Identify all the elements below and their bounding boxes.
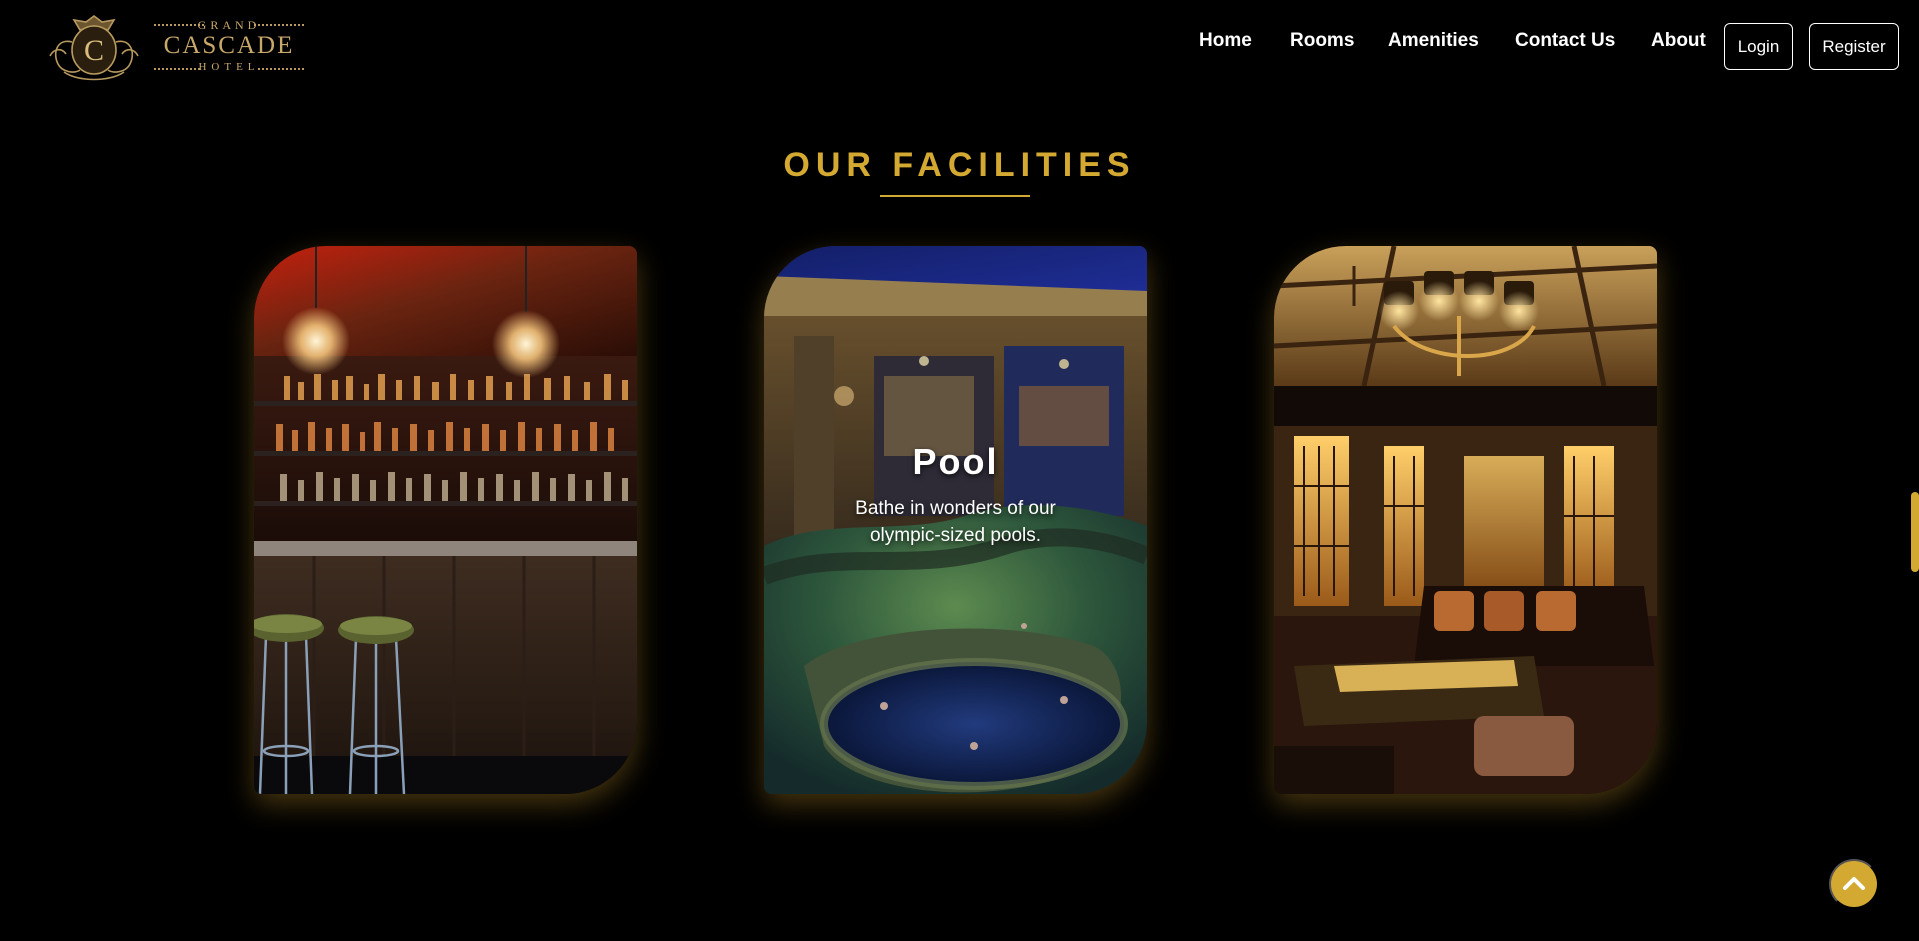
register-button[interactable]: Register bbox=[1809, 23, 1899, 70]
facility-card-bar[interactable] bbox=[254, 246, 637, 794]
card-lounge-caption bbox=[1274, 246, 1657, 794]
logo-wordmark: GRAND CASCADE HOTEL bbox=[154, 12, 304, 82]
back-to-top-button[interactable] bbox=[1829, 859, 1879, 909]
nav-home[interactable]: Home bbox=[1199, 30, 1252, 60]
section-title: OUR FACILITIES bbox=[783, 146, 1136, 184]
card-pool-title: Pool bbox=[912, 441, 999, 482]
nav-amenities[interactable]: Amenities bbox=[1388, 30, 1479, 60]
nav-contact-us[interactable]: Contact Us bbox=[1515, 30, 1615, 60]
card-bar-caption bbox=[254, 246, 637, 794]
logo-initial: C bbox=[84, 34, 104, 67]
hotel-logo[interactable]: C GRAND CASCADE HOTEL bbox=[44, 12, 306, 82]
facility-card-pool[interactable]: Pool Bathe in wonders of our olympic-siz… bbox=[764, 246, 1147, 794]
title-underline bbox=[880, 195, 1030, 197]
card-pool-caption: Pool Bathe in wonders of our olympic-siz… bbox=[764, 246, 1147, 794]
login-button[interactable]: Login bbox=[1724, 23, 1793, 70]
facility-card-lounge[interactable] bbox=[1274, 246, 1657, 794]
card-pool-description: Bathe in wonders of our olympic-sized po… bbox=[855, 498, 1056, 546]
nav-about[interactable]: About bbox=[1651, 30, 1706, 60]
logo-hotel-text: HOTEL bbox=[198, 61, 260, 73]
site-header: C GRAND CASCADE HOTEL Home Rooms Ameniti… bbox=[0, 0, 1919, 92]
chevron-up-icon bbox=[1843, 877, 1865, 890]
scrollbar-thumb[interactable] bbox=[1911, 492, 1919, 572]
logo-cascade-text: CASCADE bbox=[163, 32, 295, 59]
logo-grand-text: GRAND bbox=[197, 18, 261, 32]
nav-rooms[interactable]: Rooms bbox=[1290, 30, 1354, 60]
crest-emblem-icon: C bbox=[49, 15, 139, 81]
